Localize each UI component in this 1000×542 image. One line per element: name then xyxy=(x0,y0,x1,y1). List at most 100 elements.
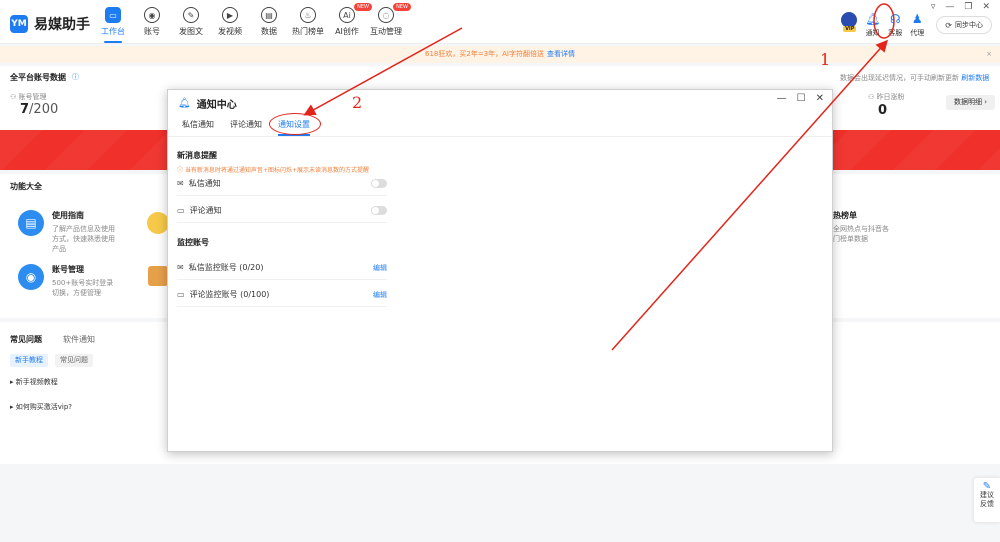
chart-icon: ▤ xyxy=(261,7,277,23)
ai-icon: Ai xyxy=(339,7,355,23)
promo-text: 618狂欢，买2年=3年，AI字符翻倍送 xyxy=(425,50,544,58)
sync-center-button[interactable]: ⟳ 同步中心 xyxy=(936,16,992,34)
chip-beginner[interactable]: 新手教程 xyxy=(10,354,48,367)
dialog-close-button[interactable]: ✕ xyxy=(816,93,824,104)
nav-label: 发视频 xyxy=(218,27,242,36)
tab-comment-notice[interactable]: 评论通知 xyxy=(230,119,262,130)
notification-center-dialog: 🔔︎ 通知中心 — ☐ ✕ 私信通知 评论通知 通知设置 新消息提醒 ⓘ 当有新… xyxy=(167,89,833,452)
nav-item-7[interactable]: ◌ 互动管理 NEW xyxy=(367,3,411,37)
bell-icon: 🔔︎ xyxy=(865,12,881,26)
info-icon: ⓘ xyxy=(72,73,79,81)
refresh-note: 数据会出现延迟情况，可手动刷新更新 刷新数据 xyxy=(840,74,990,82)
notify-label: 通知 xyxy=(865,29,880,37)
annotation-number-one: 1 xyxy=(820,50,831,69)
box-icon xyxy=(148,266,168,286)
private-message-toggle[interactable] xyxy=(371,179,387,188)
annotation-circle-tab xyxy=(269,113,321,135)
settings-body: 新消息提醒 ⓘ 当有新消息时将通过通知声音+图标闪烁+展示未读消息数的方式提醒 … xyxy=(177,150,387,307)
notify-button[interactable]: 🔔︎ 通知 xyxy=(865,12,880,38)
nav-label: 热门榜单 xyxy=(292,27,324,36)
avatar: VIP xyxy=(841,12,858,32)
bell-icon: 🔔︎ xyxy=(178,98,191,109)
yesterday-label: ⚇ 昨日涨粉 xyxy=(868,93,905,101)
features-title: 功能大全 xyxy=(10,182,42,191)
headset-icon: ☊ xyxy=(889,12,901,26)
feature-guide[interactable]: ▤ 使用指南 了解产品信息及使用方式，快速熟悉使用产品 xyxy=(18,210,120,254)
comment-icon: ▭ xyxy=(177,290,185,299)
nav-label: 账号 xyxy=(144,27,160,36)
new-message-title: 新消息提醒 xyxy=(177,151,217,160)
logo-icon: YM xyxy=(10,15,28,33)
nav-item-0[interactable]: ▭ 工作台 xyxy=(94,7,132,43)
window-controls: ▿ — ❐ ✕ xyxy=(931,2,990,12)
main-nav: ▭ 工作台 ◉ 账号 ✎ 发图文 ▶ 发视频 ▤ 数据 ♨ 热门榜单 Ai AI创作 NEW ◌ 互动管理 NEW xyxy=(94,3,411,43)
chat-icon: ◌ xyxy=(378,7,394,23)
sync-label: 同步中心 xyxy=(955,21,983,29)
yesterday-value: 0 xyxy=(878,103,888,118)
nav-label: 数据 xyxy=(261,27,277,36)
leaf-icon: ✎ xyxy=(183,7,199,23)
right-tools: VIP 🔔︎ 通知 ☊ 客服 ♟ 代理 ⟳ 同步中心 xyxy=(833,12,992,38)
window-minimize-button[interactable]: — xyxy=(945,2,954,12)
account-count: 7/200 xyxy=(20,102,59,117)
play-icon: ▶ xyxy=(222,7,238,23)
top-bar: YM 易媒助手 ▭ 工作台 ◉ 账号 ✎ 发图文 ▶ 发视频 ▤ 数据 ♨ 热门榜单 Ai AI创作 NEW… xyxy=(0,0,1000,44)
nav-item-3[interactable]: ▶ 发视频 xyxy=(211,7,249,37)
dialog-title: 通知中心 xyxy=(196,100,237,111)
nav-label: 互动管理 xyxy=(370,27,402,36)
app-name: 易媒助手 xyxy=(34,17,90,33)
user-icon: ◉ xyxy=(144,7,160,23)
book-icon: ▤ xyxy=(18,210,44,236)
promo-link[interactable]: 查看详情 xyxy=(547,50,575,58)
section-title: 全平台账号数据 xyxy=(10,73,66,82)
dialog-minimize-button[interactable]: — xyxy=(777,93,787,104)
chip-common[interactable]: 常见问题 xyxy=(55,354,93,367)
nav-item-2[interactable]: ✎ 发图文 xyxy=(172,7,210,37)
dialog-maximize-button[interactable]: ☐ xyxy=(797,93,806,104)
user-icon: ◉ xyxy=(18,264,44,290)
nav-item-6[interactable]: Ai AI创作 NEW xyxy=(328,3,372,37)
workbench-icon: ▭ xyxy=(105,7,121,23)
close-icon[interactable]: × xyxy=(986,46,992,63)
vip-avatar-button[interactable]: VIP xyxy=(841,12,858,38)
service-label: 客服 xyxy=(888,29,903,37)
feature-account[interactable]: ◉ 账号管理 500+账号实时登录切换，方便管理 xyxy=(18,264,120,298)
private-monitor-row: ✉ 私信监控账号 (0/20) 编辑 xyxy=(177,256,387,280)
account-label: ⚇ 账号管理 xyxy=(10,93,47,101)
dialog-tabs: 私信通知 评论通知 通知设置 xyxy=(168,117,832,137)
nav-label: AI创作 xyxy=(335,27,359,36)
data-detail-button[interactable]: 数据明细 › xyxy=(946,95,996,110)
agent-icon: ♟ xyxy=(911,12,923,26)
tab-software-notice[interactable]: 软件通知 xyxy=(63,334,95,345)
edit-comment-monitor-link[interactable]: 编辑 xyxy=(373,290,387,300)
feature-yellow-icon xyxy=(147,212,169,234)
edit-private-monitor-link[interactable]: 编辑 xyxy=(373,263,387,273)
tab-private-message[interactable]: 私信通知 xyxy=(182,119,214,130)
service-button[interactable]: ☊ 客服 xyxy=(888,12,902,38)
vip-badge: VIP xyxy=(843,26,857,32)
nav-item-1[interactable]: ◉ 账号 xyxy=(133,7,171,37)
comment-toggle-row: ▭ 评论通知 xyxy=(177,199,387,223)
nav-item-4[interactable]: ▤ 数据 xyxy=(250,7,288,37)
agent-button[interactable]: ♟ 代理 xyxy=(910,12,924,38)
annotation-number-two: 2 xyxy=(352,93,363,112)
fire-icon: ♨ xyxy=(300,7,316,23)
sync-icon: ⟳ xyxy=(945,20,952,30)
list-item[interactable]: ▸ 新手视频教程 xyxy=(10,377,58,387)
list-item[interactable]: ▸ 如何购买激活vip? xyxy=(10,402,72,412)
feature-hot[interactable]: 热榜单 全网热点与抖音各门榜单数据 xyxy=(833,210,893,244)
dialog-header: 🔔︎ 通知中心 xyxy=(178,96,237,111)
nav-item-5[interactable]: ♨ 热门榜单 xyxy=(289,7,327,37)
mail-icon: ✉ xyxy=(177,263,184,272)
promo-notice: 618狂欢，买2年=3年，AI字符翻倍送 查看详情 × xyxy=(0,46,1000,63)
comment-toggle[interactable] xyxy=(371,206,387,215)
window-menu-icon[interactable]: ▿ xyxy=(931,2,936,12)
window-restore-button[interactable]: ❐ xyxy=(964,2,972,12)
tab-faq[interactable]: 常见问题 xyxy=(10,334,42,345)
agent-label: 代理 xyxy=(910,29,925,37)
edit-icon: ✎ xyxy=(982,481,992,492)
feedback-button[interactable]: ✎ 建议 反馈 xyxy=(974,478,1000,522)
comment-monitor-row: ▭ 评论监控账号 (0/100) 编辑 xyxy=(177,283,387,307)
refresh-link[interactable]: 刷新数据 xyxy=(961,74,989,82)
window-close-button[interactable]: ✕ xyxy=(982,2,990,12)
